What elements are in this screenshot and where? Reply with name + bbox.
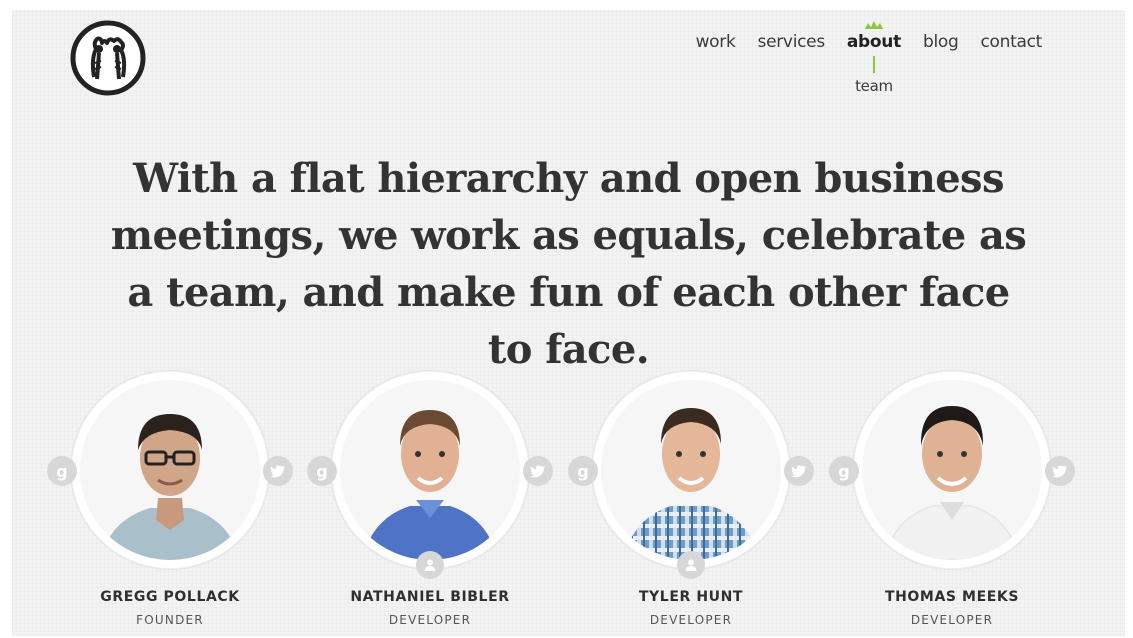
team-member-card: g TYLER HUNT DEVELOPER [561, 370, 821, 636]
team-member-card: g NATHANIEL BIBLER DEVELOPER [300, 370, 560, 636]
twitter-icon[interactable] [784, 456, 814, 486]
twitter-icon[interactable] [523, 456, 553, 486]
page: work services about team blog contact Wi… [12, 10, 1125, 636]
crown-icon [864, 21, 883, 29]
member-photo[interactable] [80, 380, 260, 560]
member-photo[interactable] [862, 380, 1042, 560]
member-role: DEVELOPER [388, 613, 472, 627]
nav-label-about: about [846, 32, 901, 52]
nav-item-about[interactable]: about team [836, 21, 912, 95]
google-glyph: g [56, 461, 68, 481]
google-plus-icon[interactable]: g [47, 456, 77, 486]
member-role: FOUNDER [136, 613, 204, 627]
nav-item-blog[interactable]: blog [912, 32, 970, 52]
nav-label-contact: contact [980, 32, 1042, 52]
member-role: DEVELOPER [649, 613, 733, 627]
main-nav: work services about team blog contact [685, 21, 1053, 95]
nav-label-services: services [757, 32, 826, 52]
member-photo[interactable] [601, 380, 781, 560]
member-name: THOMAS MEEKS [884, 589, 1020, 605]
subnav-item-team[interactable]: team [855, 77, 893, 95]
member-role: DEVELOPER [910, 613, 994, 627]
nav-item-contact[interactable]: contact [969, 32, 1053, 52]
nav-item-work[interactable]: work [685, 32, 747, 52]
team-member-card: g GREGG POLLACK FOUNDER [40, 370, 300, 636]
google-plus-icon[interactable]: g [307, 456, 337, 486]
member-photo[interactable] [340, 380, 520, 560]
google-plus-icon[interactable]: g [829, 456, 859, 486]
member-name: NATHANIEL BIBLER [350, 589, 510, 605]
google-plus-icon[interactable]: g [568, 456, 598, 486]
person-icon[interactable] [416, 551, 444, 579]
member-name: GREGG POLLACK [100, 589, 240, 605]
nav-item-services[interactable]: services [747, 32, 836, 52]
google-glyph: g [838, 461, 850, 481]
person-icon[interactable] [677, 551, 705, 579]
team-member-card: g THOMAS MEEKS DEVELOPER [822, 370, 1082, 636]
logo-icon[interactable] [69, 19, 147, 97]
twitter-icon[interactable] [263, 456, 293, 486]
google-glyph: g [577, 461, 589, 481]
page-headline: With a flat hierarchy and open business … [110, 155, 1027, 373]
nav-label-work: work [695, 32, 736, 52]
member-name: TYLER HUNT [638, 589, 744, 605]
subnav-connector [872, 56, 875, 73]
twitter-icon[interactable] [1045, 456, 1075, 486]
nav-label-blog: blog [922, 32, 959, 52]
google-glyph: g [316, 461, 328, 481]
team-list: g GREGG POLLACK FOUNDER g NATHANIEL BIBL… [12, 370, 1125, 636]
